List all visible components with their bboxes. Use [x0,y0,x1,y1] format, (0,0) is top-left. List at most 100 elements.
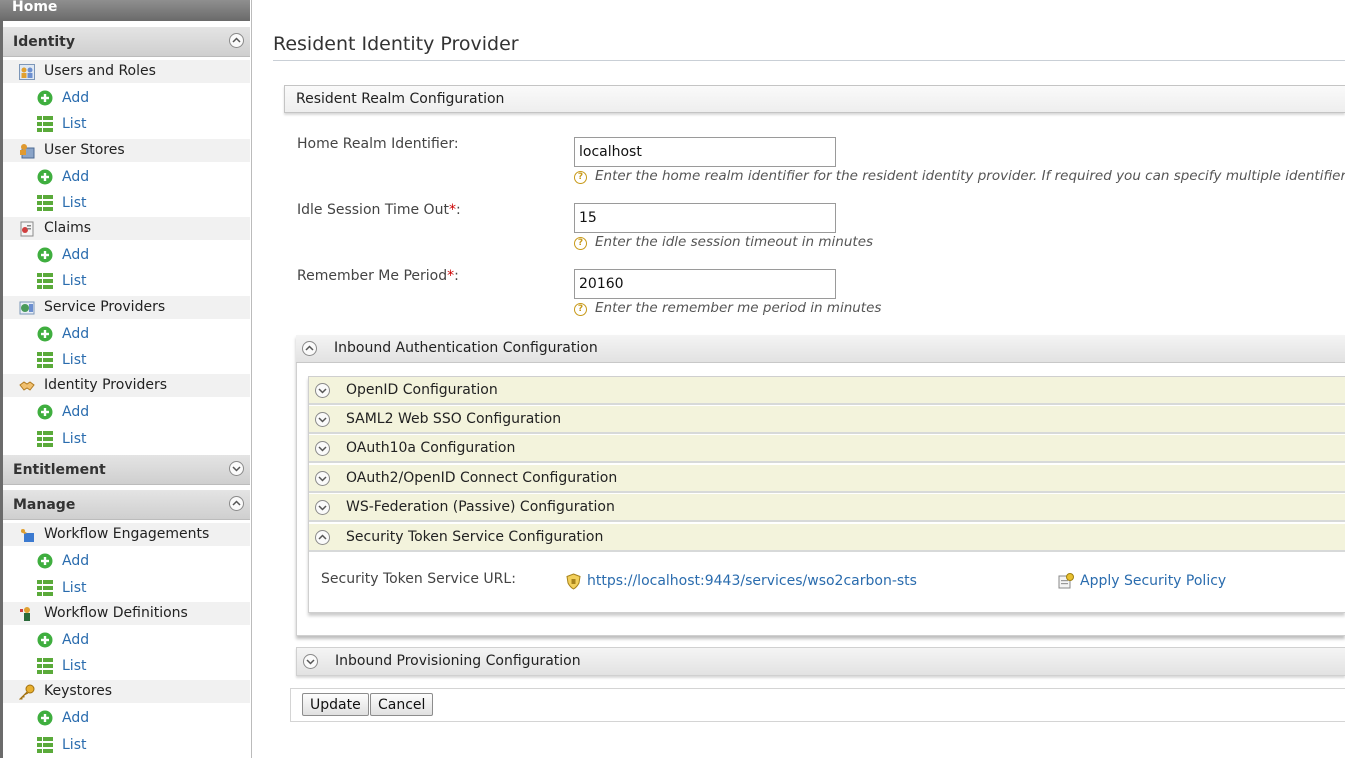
sts-url-link[interactable]: https://localhost:9443/services/wso2carb… [587,573,917,589]
list-icon [37,431,53,447]
identity-providers-list-link[interactable]: List [3,427,250,451]
sidebar-item-workflow-definitions[interactable]: Workflow Definitions [3,602,250,625]
user-stores-add-link[interactable]: Add [3,165,250,189]
sidebar: Home Identity Users and Roles Add List U… [0,0,252,758]
help-icon: ? [574,303,587,316]
apply-security-policy-link[interactable]: Apply Security Policy [1080,573,1226,589]
saml2-config-title: SAML2 Web SSO Configuration [346,411,562,427]
help-icon: ? [574,237,587,250]
entitlement-section-header[interactable]: Entitlement [3,455,250,485]
identity-section-header[interactable]: Identity [3,27,250,57]
identity-section-title: Identity [13,34,76,50]
workflow-definitions-add-link[interactable]: Add [3,628,250,652]
saml2-config-header[interactable]: SAML2 Web SSO Configuration [309,406,1345,434]
add-link-label: Add [62,169,90,185]
user-stores-list-link[interactable]: List [3,191,250,215]
service-provider-icon [19,300,35,316]
remember-me-input[interactable] [574,269,836,299]
resident-realm-section-header: Resident Realm Configuration [284,85,1345,113]
label-colon: : [454,268,459,284]
identity-providers-add-link[interactable]: Add [3,400,250,424]
service-providers-add-link[interactable]: Add [3,322,250,346]
collapse-chevron-icon[interactable] [302,341,317,356]
collapse-chevron-icon[interactable] [229,33,244,48]
sidebar-item-workflow-engagements[interactable]: Workflow Engagements [3,523,250,546]
remember-me-help: ? Enter the remember me period in minutes [574,300,881,316]
add-link-label: Add [62,553,90,569]
sidebar-item-service-providers[interactable]: Service Providers [3,296,250,319]
expand-chevron-icon[interactable] [303,654,318,669]
expand-chevron-icon[interactable] [315,383,330,398]
sidebar-item-keystores[interactable]: Keystores [3,680,250,703]
workflow-engagement-icon [19,527,35,543]
list-icon [37,116,53,132]
expand-chevron-icon[interactable] [315,412,330,427]
handshake-icon [19,378,35,394]
sidebar-item-claims[interactable]: Claims [3,217,250,240]
add-circle-icon [37,632,53,648]
users-add-link[interactable]: Add [3,86,250,110]
claims-list-link[interactable]: List [3,269,250,293]
service-providers-list-link[interactable]: List [3,348,250,372]
list-icon [37,195,53,211]
list-icon [37,580,53,596]
manage-section-header[interactable]: Manage [3,490,250,520]
expand-chevron-icon[interactable] [315,500,330,515]
inbound-auth-header[interactable]: Inbound Authentication Configuration [296,335,1345,363]
sidebar-item-label: Workflow Engagements [44,526,210,542]
expand-chevron-icon[interactable] [315,441,330,456]
button-row [290,688,1345,722]
add-circle-icon [37,247,53,263]
home-realm-help: ? Enter the home realm identifier for the… [574,168,1345,184]
list-link-label: List [62,116,87,132]
list-icon [37,273,53,289]
add-link-label: Add [62,326,90,342]
home-link[interactable]: Home [0,0,250,21]
collapse-chevron-icon[interactable] [229,496,244,511]
inbound-provisioning-header[interactable]: Inbound Provisioning Configuration [296,647,1345,676]
idle-timeout-label: Idle Session Time Out*: [297,202,461,218]
list-link-label: List [62,737,87,753]
oauth2-config-header[interactable]: OAuth2/OpenID Connect Configuration [309,465,1345,493]
oauth10a-config-title: OAuth10a Configuration [346,440,516,456]
sts-config-header[interactable]: Security Token Service Configuration [309,524,1345,552]
sts-url-label: Security Token Service URL: [321,571,516,587]
idle-timeout-input[interactable] [574,203,836,233]
keystores-add-link[interactable]: Add [3,706,250,730]
sidebar-item-identity-providers[interactable]: Identity Providers [3,374,250,397]
add-link-label: Add [62,247,90,263]
help-icon: ? [574,171,587,184]
page-title: Resident Identity Provider [273,33,519,55]
users-list-link[interactable]: List [3,112,250,136]
sidebar-item-label: Identity Providers [44,377,168,393]
oauth10a-config-header[interactable]: OAuth10a Configuration [309,435,1345,463]
expand-chevron-icon[interactable] [315,471,330,486]
keystores-list-link[interactable]: List [3,733,250,757]
cancel-button[interactable]: Cancel [370,693,434,716]
shield-icon [566,573,581,594]
sidebar-item-user-stores[interactable]: User Stores [3,139,250,162]
ws-federation-config-title: WS-Federation (Passive) Configuration [346,499,615,515]
remember-me-label-text: Remember Me Period [297,268,448,284]
add-link-label: Add [62,404,90,420]
home-realm-input[interactable] [574,137,836,167]
label-colon: : [455,202,461,218]
expand-chevron-icon[interactable] [229,461,244,476]
update-button[interactable]: Update [302,693,369,716]
workflow-definitions-list-link[interactable]: List [3,654,250,678]
remember-me-label: Remember Me Period*: [297,268,459,284]
claims-add-link[interactable]: Add [3,243,250,267]
sidebar-item-label: Workflow Definitions [44,605,188,621]
openid-config-header[interactable]: OpenID Configuration [309,377,1345,405]
home-realm-help-text: Enter the home realm identifier for the … [595,168,1345,184]
workflow-engagements-add-link[interactable]: Add [3,549,250,573]
add-link-label: Add [62,710,90,726]
collapse-chevron-icon[interactable] [315,530,330,545]
sidebar-item-label: Keystores [44,683,113,699]
workflow-engagements-list-link[interactable]: List [3,576,250,600]
sidebar-item-users-and-roles[interactable]: Users and Roles [3,60,250,83]
user-store-icon [19,143,35,159]
add-link-label: Add [62,90,90,106]
ws-federation-config-header[interactable]: WS-Federation (Passive) Configuration [309,494,1345,522]
manage-section-title: Manage [13,497,76,513]
